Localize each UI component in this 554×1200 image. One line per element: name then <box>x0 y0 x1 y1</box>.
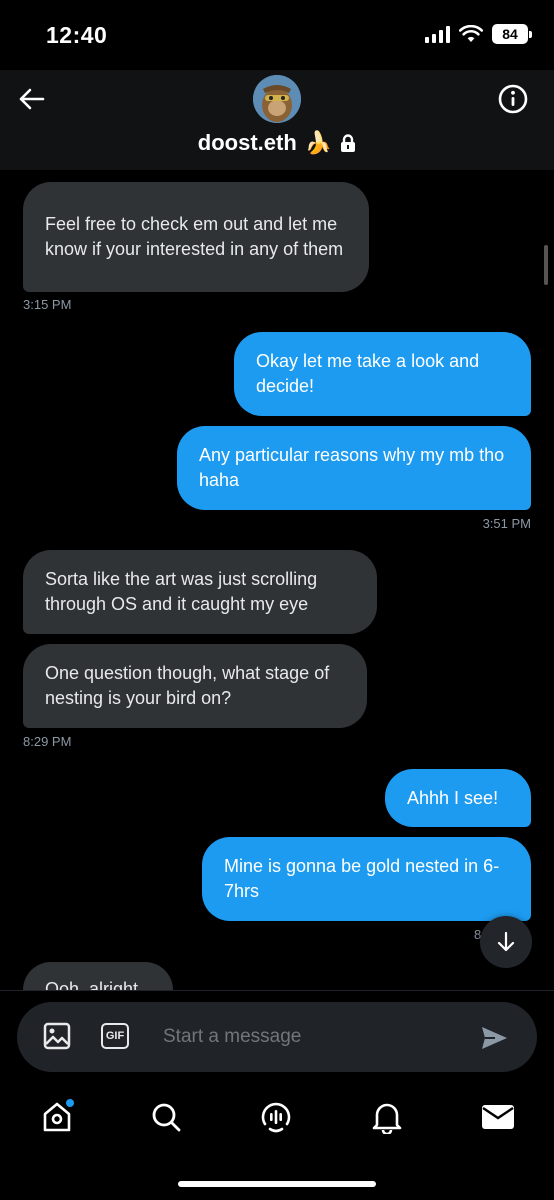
notifications-icon <box>372 1103 402 1134</box>
message-bubble[interactable]: One question though, what stage of nesti… <box>23 644 367 728</box>
ape-avatar-icon <box>253 75 301 123</box>
scroll-indicator[interactable] <box>544 245 548 285</box>
message-bubble[interactable]: Ooh, alright <box>23 962 173 990</box>
info-button[interactable] <box>496 82 530 116</box>
message-input[interactable] <box>163 1020 463 1054</box>
arrow-down-icon <box>497 931 515 952</box>
spaces-icon <box>261 1102 291 1133</box>
tab-spaces[interactable] <box>256 1097 296 1137</box>
cellular-signal-icon <box>425 25 450 43</box>
battery-icon: 84 <box>492 24 532 44</box>
message-timestamp: 3:15 PM <box>23 297 72 312</box>
image-button[interactable] <box>41 1020 73 1052</box>
notification-dot <box>66 1099 74 1107</box>
message-text: Mine is gonna be gold nested in 6-7hrs <box>224 856 500 901</box>
tab-home[interactable] <box>37 1097 77 1137</box>
message-text: Any particular reasons why my mb tho hah… <box>199 445 505 490</box>
message-text: Sorta like the art was just scrolling th… <box>45 569 318 614</box>
wifi-icon <box>459 25 483 42</box>
avatar[interactable] <box>253 75 301 123</box>
tab-bar <box>0 1075 554 1200</box>
info-icon <box>498 84 528 114</box>
message-text: Ooh, alright <box>45 979 139 990</box>
message-text: One question though, what stage of nesti… <box>45 663 330 708</box>
home-indicator <box>178 1181 376 1187</box>
message-timestamp: 8:29 PM <box>23 734 72 749</box>
message-text: Feel free to check em out and let me kno… <box>45 214 344 259</box>
status-icons: 84 <box>425 24 532 44</box>
send-button[interactable] <box>477 1021 511 1055</box>
message-bubble[interactable]: Mine is gonna be gold nested in 6-7hrs <box>202 837 531 921</box>
banana-emoji: 🍌 <box>304 130 333 155</box>
message-bubble[interactable]: Sorta like the art was just scrolling th… <box>23 550 377 634</box>
contact-name: doost.eth <box>197 130 297 155</box>
messages-icon <box>482 1105 514 1129</box>
composer-area: GIF <box>0 990 554 1075</box>
message-bubble[interactable]: Ahhh I see! <box>385 769 531 827</box>
back-arrow-icon <box>19 88 45 110</box>
message-list[interactable]: Feel free to check em out and let me kno… <box>0 170 554 990</box>
tab-notifications[interactable] <box>367 1097 407 1137</box>
message-bubble[interactable]: Any particular reasons why my mb tho hah… <box>177 426 531 510</box>
gif-icon: GIF <box>101 1023 129 1049</box>
message-text: Okay let me take a look and decide! <box>256 351 480 396</box>
conversation-header: doost.eth 🍌 <box>0 70 554 170</box>
image-icon <box>43 1022 71 1050</box>
battery-level: 84 <box>492 24 528 44</box>
back-button[interactable] <box>14 82 48 116</box>
message-timestamp: 3:51 PM <box>482 516 531 531</box>
tab-search[interactable] <box>146 1097 186 1137</box>
scroll-to-bottom-button[interactable] <box>480 916 532 968</box>
status-time: 12:40 <box>46 22 108 48</box>
send-icon <box>482 1027 507 1049</box>
lock-icon <box>341 133 356 152</box>
message-bubble[interactable]: Feel free to check em out and let me kno… <box>23 182 369 292</box>
search-icon <box>152 1103 181 1132</box>
message-composer: GIF <box>17 1002 537 1072</box>
status-bar: 12:40 84 <box>0 0 554 70</box>
conversation-title[interactable]: doost.eth 🍌 <box>0 130 554 156</box>
message-text: Ahhh I see! <box>407 787 499 808</box>
gif-button[interactable]: GIF <box>99 1020 131 1052</box>
message-bubble[interactable]: Okay let me take a look and decide! <box>234 332 531 416</box>
tab-messages[interactable] <box>478 1097 518 1137</box>
